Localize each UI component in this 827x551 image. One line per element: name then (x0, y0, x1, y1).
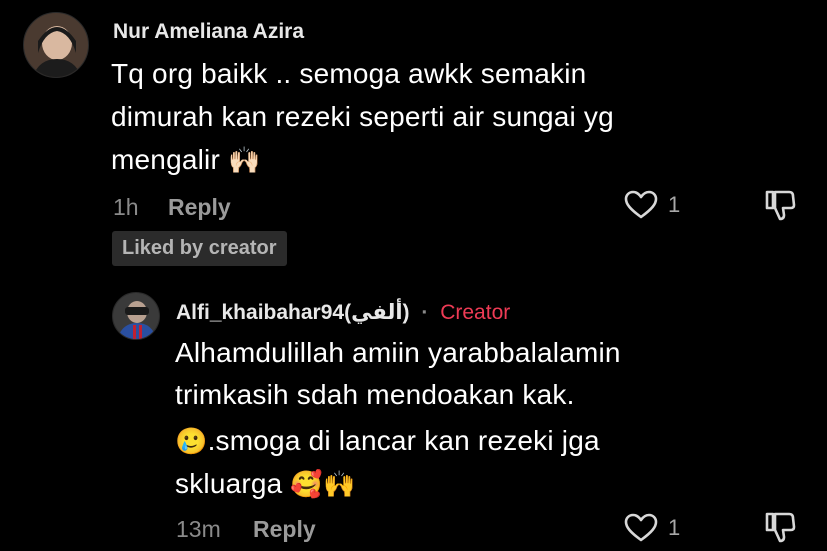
reply-time: 13m (176, 516, 221, 542)
reply-line-3: 🥲.smoga di lancar kan rezeki jga (175, 420, 805, 463)
reply-line-4: skluarga 🥰🙌 (175, 463, 805, 506)
reply-username[interactable]: Alfi_khaibahar94(ألفي) (176, 301, 410, 324)
reply-line-1: Alhamdulillah amiin yarabbalalamin (175, 337, 621, 368)
comment-like-button[interactable]: 1 (624, 190, 680, 220)
reply-dislike-button[interactable] (763, 510, 797, 549)
comment-line-3: mengalir 🙌🏻 (111, 138, 801, 183)
raised-hands-emoji: 🙌🏻 (227, 146, 261, 176)
reply-text: Alhamdulillah amiin yarabbalalamin trimk… (175, 332, 805, 506)
reply-line-3-text: .smoga di lancar kan rezeki jga (207, 425, 600, 456)
comment-item: Nur Ameliana Azira Tq org baikk .. semog… (0, 0, 827, 270)
reply-line-4-text: skluarga (175, 468, 283, 499)
reply-item: Alfi_khaibahar94(ألفي) · Creator Alhamdu… (0, 280, 827, 551)
thumbs-down-icon (765, 190, 796, 221)
reply-like-button[interactable]: 1 (624, 513, 680, 543)
thumbs-down-icon (765, 512, 796, 543)
smiling-hearts-emoji: 🥰🙌 (290, 470, 356, 500)
comment-line-2: dimurah kan rezeki seperti air sungai yg (111, 101, 614, 132)
comment-username[interactable]: Nur Ameliana Azira (113, 20, 304, 44)
commenter-avatar[interactable] (23, 12, 89, 78)
comment-dislike-button[interactable] (763, 188, 797, 227)
smiling-tear-emoji: 🥲 (175, 427, 208, 457)
comment-like-count: 1 (668, 192, 681, 217)
avatar-image (24, 13, 88, 77)
comment-reply-button[interactable]: Reply (168, 194, 231, 221)
heart-icon (624, 513, 658, 542)
comment-line-3-text: mengalir (111, 144, 220, 175)
reply-username-row: Alfi_khaibahar94(ألفي) · Creator (176, 300, 510, 325)
avatar-image (113, 293, 159, 339)
comment-line-1: Tq org baikk .. semoga awkk semakin (111, 58, 587, 89)
separator-dot: · (421, 301, 429, 324)
reply-line-2: trimkasih sdah mendoakan kak. (175, 379, 575, 410)
creator-label: Creator (440, 301, 511, 324)
comment-text: Tq org baikk .. semoga awkk semakin dimu… (111, 52, 801, 183)
comment-time: 1h (113, 194, 139, 220)
reply-like-count: 1 (668, 515, 681, 540)
heart-icon (624, 190, 658, 219)
liked-by-creator-badge: Liked by creator (112, 231, 287, 266)
reply-avatar[interactable] (112, 292, 160, 340)
reply-reply-button[interactable]: Reply (253, 516, 316, 543)
